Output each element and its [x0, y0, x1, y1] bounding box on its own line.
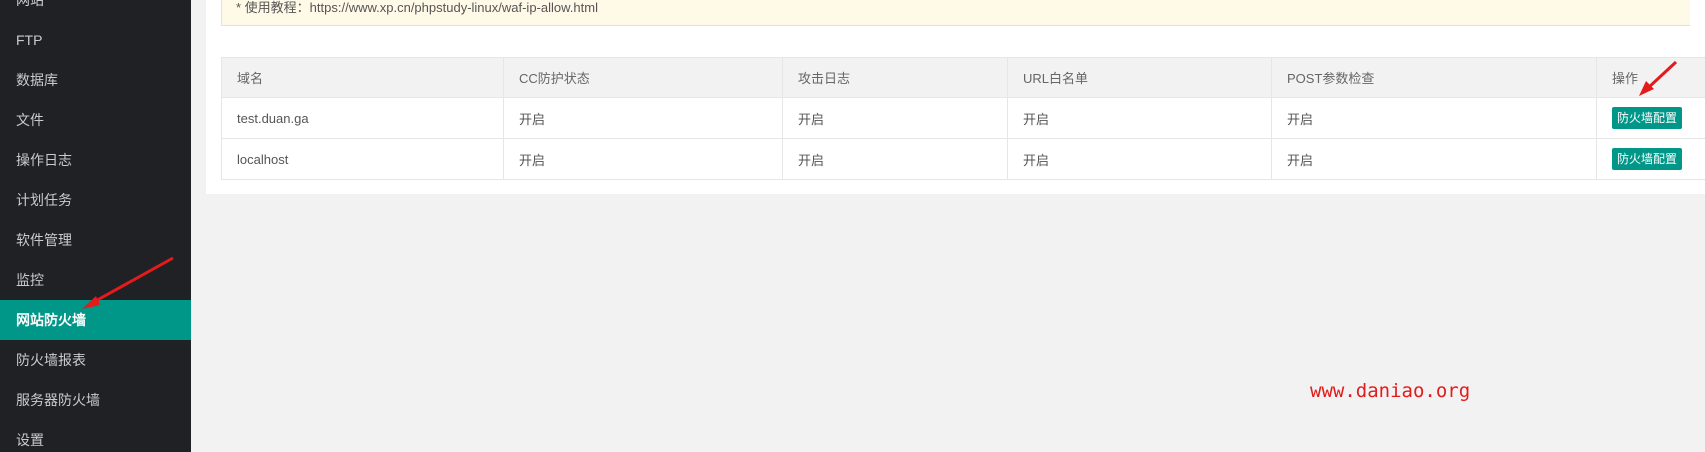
sidebar-item-files[interactable]: 文件	[0, 100, 191, 140]
sidebar: 网站 FTP 数据库 文件 操作日志 计划任务 软件管理 监控 网站防火墙 防火…	[0, 0, 191, 452]
column-header-post-check: POST参数检查	[1271, 57, 1597, 98]
firewall-config-button[interactable]: 防火墙配置	[1612, 107, 1683, 129]
sidebar-item-operation-log[interactable]: 操作日志	[0, 140, 191, 180]
cell-attack-log: 开启	[782, 138, 1008, 180]
tutorial-tip: * 使用教程：https://www.xp.cn/phpstudy-linux/…	[221, 0, 1690, 26]
watermark: www.daniao.org	[1310, 380, 1471, 402]
cell-url-whitelist: 开启	[1007, 138, 1272, 180]
sidebar-item-database[interactable]: 数据库	[0, 60, 191, 100]
column-header-domain: 域名	[221, 57, 504, 98]
cell-cc-status: 开启	[503, 97, 783, 139]
firewall-config-button[interactable]: 防火墙配置	[1612, 148, 1683, 170]
sidebar-item-server-firewall[interactable]: 服务器防火墙	[0, 380, 191, 420]
tutorial-tip-text: * 使用教程：https://www.xp.cn/phpstudy-linux/…	[236, 0, 598, 15]
cell-action: 防火墙配置	[1596, 97, 1705, 139]
column-header-cc-status: CC防护状态	[503, 57, 783, 98]
cell-url-whitelist: 开启	[1007, 97, 1272, 139]
sidebar-item-firewall-report[interactable]: 防火墙报表	[0, 340, 191, 380]
cell-action: 防火墙配置	[1596, 138, 1705, 180]
cell-post-check: 开启	[1271, 138, 1597, 180]
sidebar-item-monitor[interactable]: 监控	[0, 260, 191, 300]
sidebar-item-ftp[interactable]: FTP	[0, 20, 191, 60]
cell-cc-status: 开启	[503, 138, 783, 180]
table-row: test.duan.ga 开启 开启 开启 开启 防火墙配置	[221, 97, 1705, 139]
column-header-action: 操作	[1596, 57, 1705, 98]
table-row: localhost 开启 开启 开启 开启 防火墙配置	[221, 138, 1705, 180]
cell-post-check: 开启	[1271, 97, 1597, 139]
column-header-attack-log: 攻击日志	[782, 57, 1008, 98]
cell-domain: test.duan.ga	[221, 97, 504, 139]
cell-domain: localhost	[221, 138, 504, 180]
sidebar-item-scheduled-tasks[interactable]: 计划任务	[0, 180, 191, 220]
cell-attack-log: 开启	[782, 97, 1008, 139]
sidebar-item-website-firewall[interactable]: 网站防火墙	[0, 300, 191, 340]
sidebar-item-settings[interactable]: 设置	[0, 420, 191, 452]
sidebar-item-software-manager[interactable]: 软件管理	[0, 220, 191, 260]
column-header-url-whitelist: URL白名单	[1007, 57, 1272, 98]
firewall-table: 域名 CC防护状态 攻击日志 URL白名单 POST参数检查 操作 test.d…	[221, 57, 1705, 180]
sidebar-item-website[interactable]: 网站	[0, 0, 191, 20]
table-header-row: 域名 CC防护状态 攻击日志 URL白名单 POST参数检查 操作	[221, 57, 1705, 98]
